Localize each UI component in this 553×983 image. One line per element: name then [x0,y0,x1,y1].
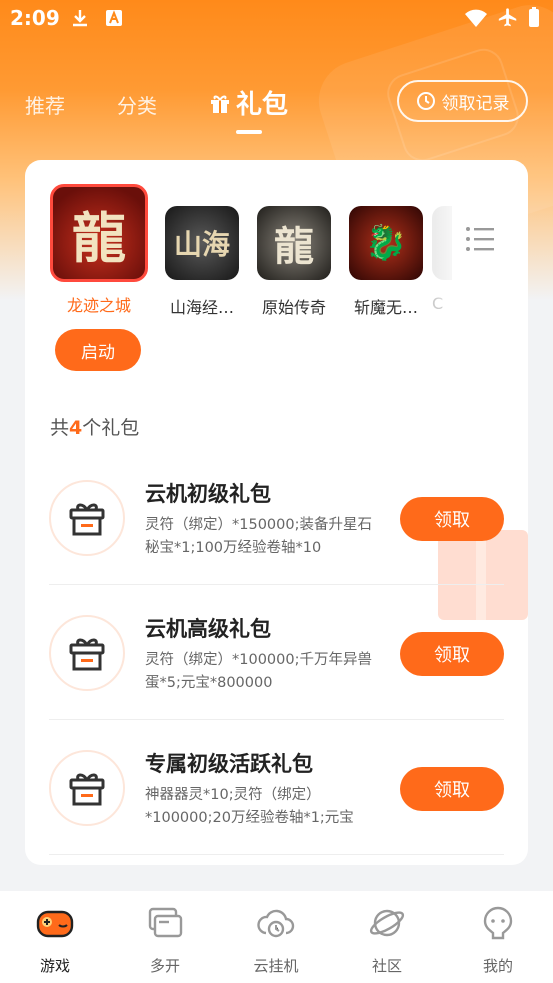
scroll-fade [435,200,465,300]
game-item-yuanshi[interactable]: 龍 原始传奇 [248,206,340,318]
gift-row: 云机初级礼包 灵符（绑定）*150000;装备升星石秘宝*1;100万经验卷轴*… [49,450,504,585]
claim-button[interactable]: 领取 [400,632,504,676]
nav-item-multi[interactable]: 多开 [110,905,220,976]
clock-icon [416,92,435,110]
gift-card: 龍 龙迹之城 山海 山海经… 龍 原始传奇 🐉 斩魔无… C 启动 共4个礼包 … [25,160,528,865]
game-icon-glyph: 龍 [274,223,314,270]
nav-item-cloud[interactable]: 云挂机 [221,905,331,976]
gift-icon [211,95,229,113]
status-bar: 2:09 [0,0,553,38]
nav-label: 我的 [482,957,513,975]
launch-button[interactable]: 启动 [55,329,141,371]
tab-gift-label: 礼包 [236,90,289,120]
download-icon [73,10,87,27]
gamepad-icon [36,910,74,938]
game-icon-yuanshi: 龍 [257,206,331,280]
gift-list: 云机初级礼包 灵符（绑定）*150000;装备升星石秘宝*1;100万经验卷轴*… [25,450,528,855]
game-name: 斩魔无… [353,298,418,317]
dragon-icon: 🐉 [349,206,423,280]
gift-description: 灵符（绑定）*150000;装备升星石秘宝*1;100万经验卷轴*10 [145,517,372,556]
gift-row: 云机高级礼包 灵符（绑定）*100000;千万年异兽蛋*5;元宝*800000 … [49,585,504,720]
multi-window-icon [148,907,183,938]
nav-label: 多开 [149,957,180,975]
claim-button[interactable]: 领取 [400,497,504,541]
game-icon-glyph: 龍 [72,205,126,270]
gift-count-prefix: 共 [50,417,70,439]
game-icon-longji: 龍 [50,184,148,282]
game-name: 山海经… [169,298,234,317]
active-tab-indicator [236,130,262,134]
gift-count-suffix: 个礼包 [82,417,140,439]
tab-recommend[interactable]: 推荐 [25,90,65,119]
tab-gift[interactable]: 礼包 [208,84,288,121]
nav-item-games[interactable]: 游戏 [0,905,110,976]
nav-label: 云挂机 [253,957,299,975]
status-time: 2:09 [10,6,60,30]
gift-count-number: 4 [69,417,83,439]
claim-history-button[interactable]: 领取记录 [397,80,528,122]
bottom-nav: 游戏 多开 云挂机 社区 我的 [0,891,553,983]
claim-history-label: 领取记录 [441,93,510,114]
gift-box-icon [49,750,125,826]
game-name: 原始传奇 [261,298,326,317]
tab-category[interactable]: 分类 [117,90,157,119]
game-item-shanhai[interactable]: 山海 山海经… [156,206,248,318]
game-icon-shanhai: 山海 [165,206,239,280]
nav-item-profile[interactable]: 我的 [443,905,553,976]
app-notification-icon [106,10,122,26]
battery-icon [529,7,539,27]
gift-description: 神器器灵*10;灵符（绑定）*100000;20万经验卷轴*1;元宝*5… [145,787,354,826]
airplane-mode-icon [498,8,517,27]
claim-button[interactable]: 领取 [400,767,504,811]
profile-icon [483,906,513,940]
gift-title: 专属初级活跃礼包 [145,752,313,776]
gift-description: 灵符（绑定）*100000;千万年异兽蛋*5;元宝*800000 [145,652,372,691]
game-item-zhanmo[interactable]: 🐉 斩魔无… [340,206,432,318]
nav-item-community[interactable]: 社区 [332,905,442,976]
list-more-icon[interactable] [465,226,495,252]
game-selector: 龍 龙迹之城 山海 山海经… 龍 原始传奇 🐉 斩魔无… C [25,160,528,317]
game-icon-glyph: 🐉 [364,223,408,263]
gift-title: 云机初级礼包 [145,482,271,506]
wifi-icon [465,9,487,27]
game-name: 龙迹之城 [66,296,131,315]
game-icon-glyph: 山海 [173,228,230,261]
nav-label: 社区 [371,957,402,975]
gift-box-icon [49,615,125,691]
game-item-longji[interactable]: 龍 龙迹之城 [47,184,151,316]
gift-title: 云机高级礼包 [145,617,271,641]
planet-icon [369,909,405,937]
gift-box-icon [49,480,125,556]
gift-count: 共4个礼包 [50,413,139,440]
nav-label: 游戏 [39,957,70,975]
cloud-clock-icon [257,909,295,938]
gift-row: 专属初级活跃礼包 神器器灵*10;灵符（绑定）*100000;20万经验卷轴*1… [49,720,504,855]
